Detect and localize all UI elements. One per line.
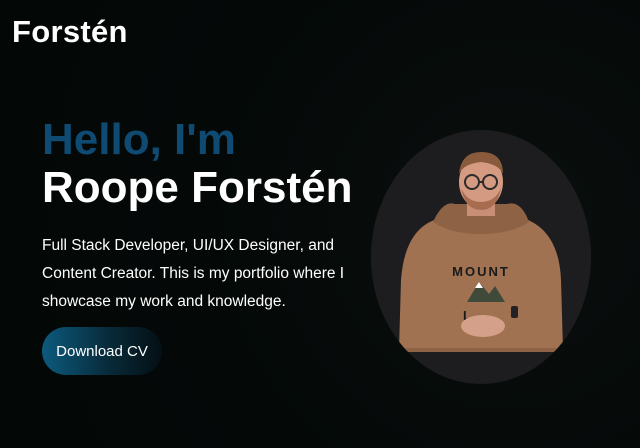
page: Forstén Hello, I'm Roope Forstén Full St…: [0, 0, 640, 448]
hero-bio: Full Stack Developer, UI/UX Designer, an…: [42, 237, 345, 310]
hero-greeting: Hello, I'm: [42, 115, 236, 164]
shirt-text-top: MOUNT: [452, 264, 510, 279]
hands-shape: [461, 315, 505, 337]
download-cv-button[interactable]: Download CV: [42, 327, 162, 375]
profile-portrait: MOUNT L: [371, 130, 591, 384]
site-logo[interactable]: Forstén: [12, 14, 128, 50]
watch-icon: [511, 306, 518, 318]
hero-name: Roope Forstén: [42, 163, 353, 212]
portrait-image: MOUNT L: [399, 152, 563, 352]
hero-text: Hello, I'm Roope Forstén Full Stack Deve…: [42, 116, 372, 316]
